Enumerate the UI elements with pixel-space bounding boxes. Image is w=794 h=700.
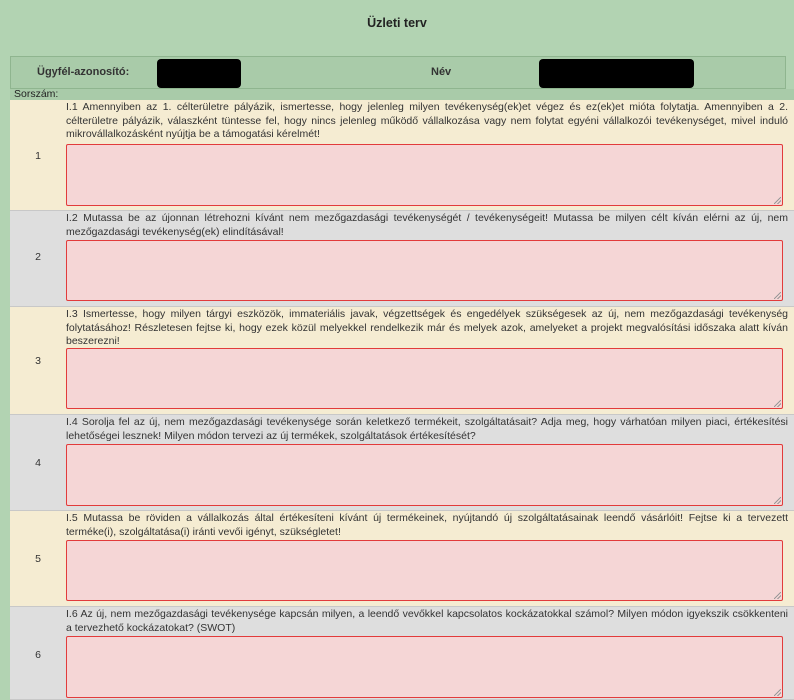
answer-textarea-4[interactable]	[66, 444, 783, 506]
question-number: 4	[35, 457, 41, 469]
question-row-1: 1 I.1 Amennyiben az 1. célterületre pály…	[10, 100, 794, 211]
question-row-5: 5 I.5 Mutassa be röviden a vállalkozás á…	[10, 511, 794, 607]
question-text: I.6 Az új, nem mezőgazdasági tevékenység…	[66, 608, 788, 634]
question-number: 5	[35, 553, 41, 565]
question-text: I.5 Mutassa be röviden a vállalkozás ált…	[66, 512, 788, 538]
question-number: 1	[35, 150, 41, 162]
answer-textarea-3[interactable]	[66, 348, 783, 409]
client-id-redacted-value	[157, 59, 241, 88]
question-number: 6	[35, 649, 41, 661]
identity-bar: Ügyfél-azonosító: Név	[10, 56, 786, 89]
resize-handle-icon[interactable]	[774, 689, 781, 696]
answer-textarea-1[interactable]	[66, 144, 783, 206]
client-id-label: Ügyfél-azonosító:	[37, 66, 130, 78]
resize-handle-icon[interactable]	[774, 497, 781, 504]
answer-textarea-2[interactable]	[66, 240, 783, 301]
resize-handle-icon[interactable]	[774, 592, 781, 599]
question-row-3: 3 I.3 Ismertesse, hogy milyen tárgyi esz…	[10, 307, 794, 415]
question-number: 2	[35, 251, 41, 263]
question-text: I.4 Sorolja fel az új, nem mezőgazdasági…	[66, 416, 788, 442]
page-title: Üzleti terv	[367, 16, 427, 30]
question-row-4: 4 I.4 Sorolja fel az új, nem mezőgazdasá…	[10, 415, 794, 511]
resize-handle-icon[interactable]	[774, 292, 781, 299]
question-text: I.3 Ismertesse, hogy milyen tárgyi eszkö…	[66, 308, 788, 348]
name-redacted-value	[539, 59, 694, 88]
answer-textarea-6[interactable]	[66, 636, 783, 698]
answer-textarea-5[interactable]	[66, 540, 783, 601]
question-text: I.2 Mutassa be az újonnan létrehozni kív…	[66, 212, 788, 238]
name-label: Név	[431, 66, 452, 78]
question-number: 3	[35, 355, 41, 367]
resize-handle-icon[interactable]	[774, 400, 781, 407]
question-text: I.1 Amennyiben az 1. célterületre pályáz…	[66, 101, 788, 141]
number-column-header: Sorszám:	[10, 89, 794, 100]
resize-handle-icon[interactable]	[774, 197, 781, 204]
question-row-6: 6 I.6 Az új, nem mezőgazdasági tevékenys…	[10, 607, 794, 700]
question-row-2: 2 I.2 Mutassa be az újonnan létrehozni k…	[10, 211, 794, 307]
